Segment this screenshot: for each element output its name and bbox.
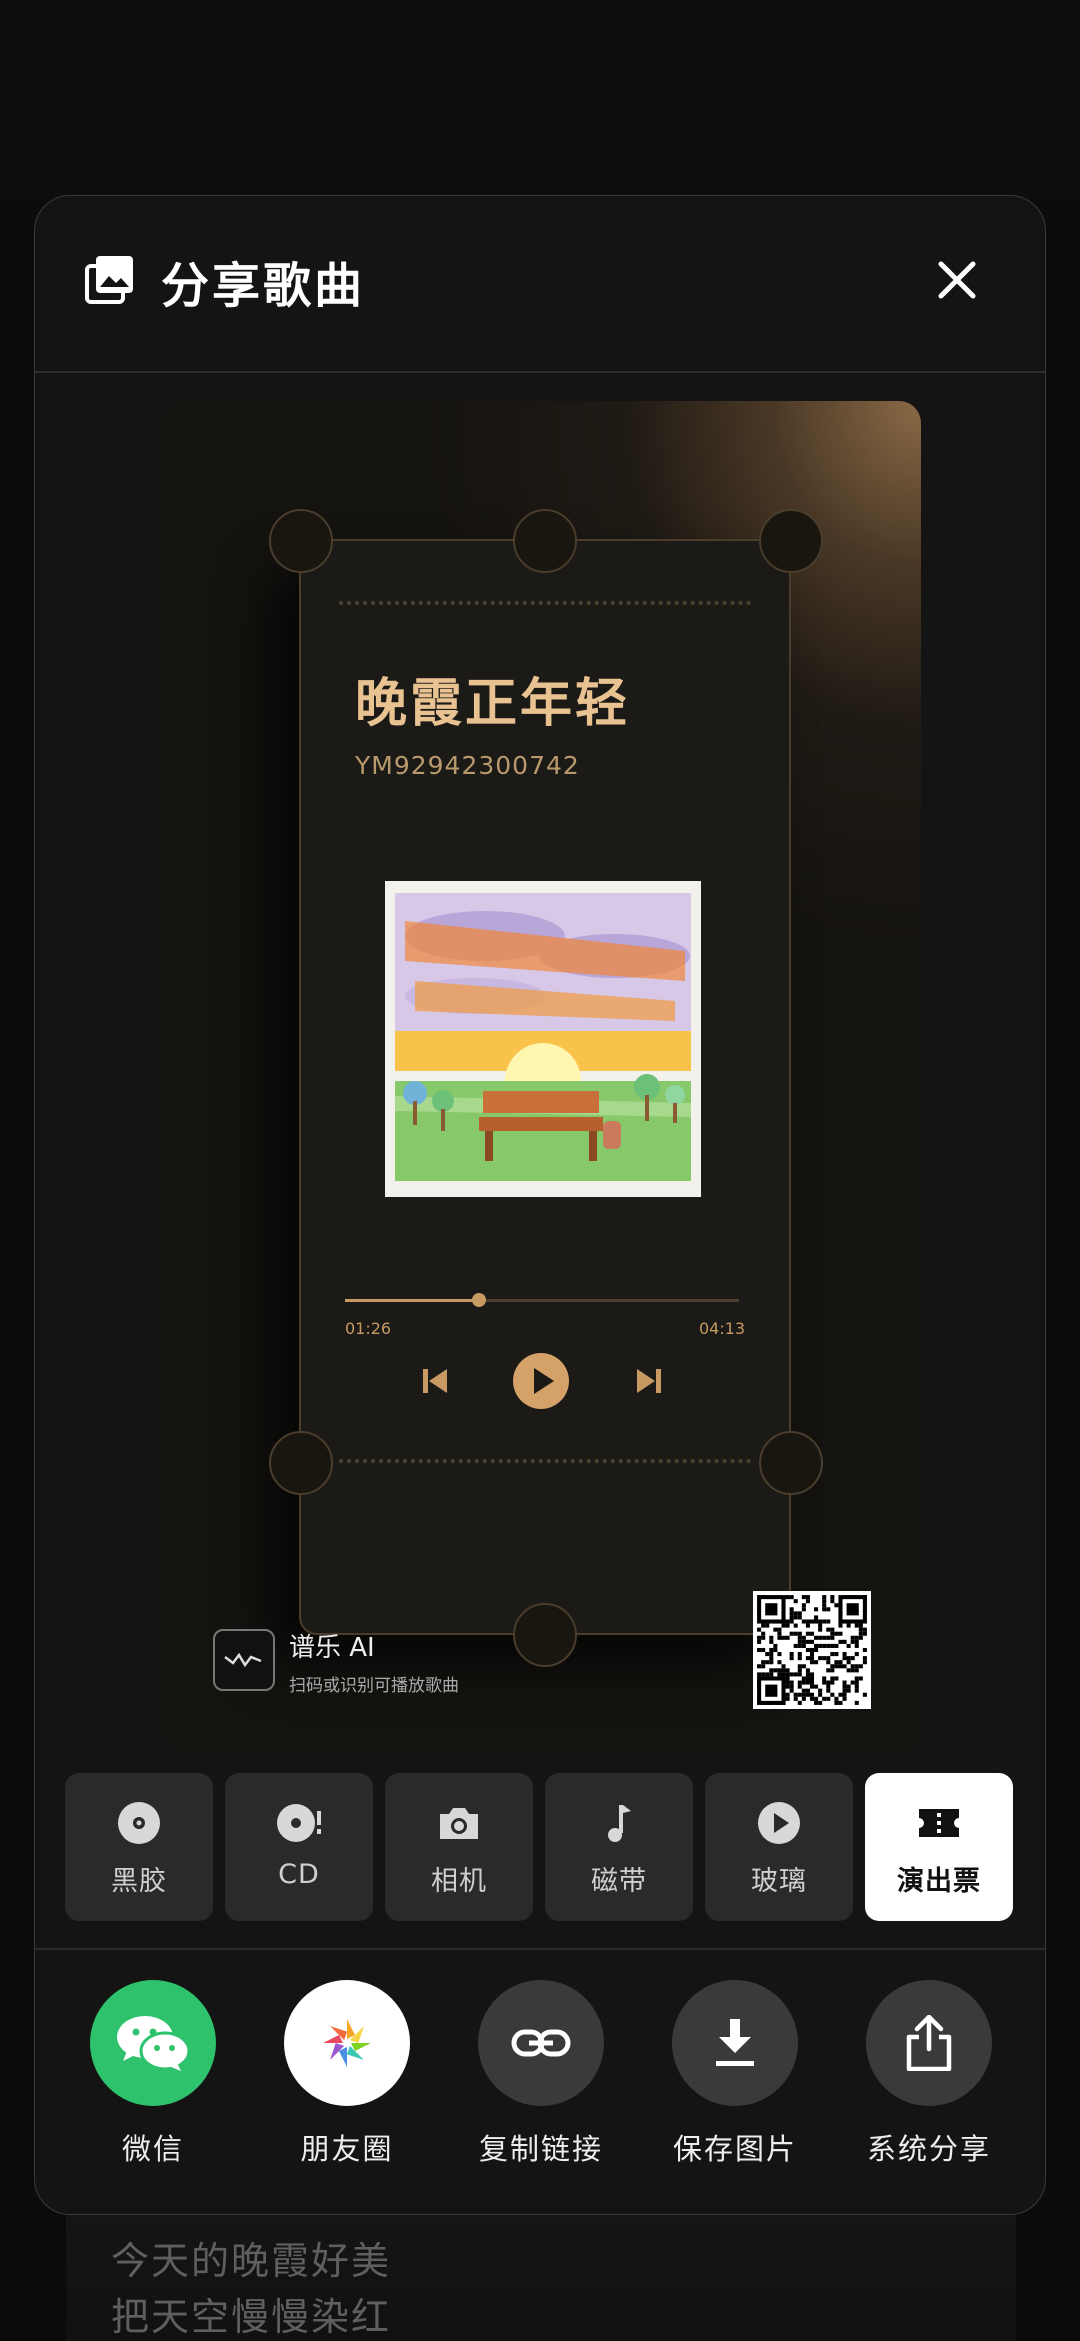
lyric-line: 把天空慢慢染红 — [111, 2295, 392, 2339]
share-icon — [906, 2015, 952, 2071]
share-copy-link-circle — [478, 1980, 604, 2106]
ticket-notch — [269, 1431, 333, 1495]
close-icon[interactable] — [935, 258, 979, 302]
music-note-icon — [608, 1805, 631, 1842]
share-system-circle — [866, 1980, 992, 2106]
share-label: 微信 — [121, 2132, 184, 2166]
share-moments[interactable]: 朋友圈 — [262, 1980, 432, 2168]
style-label: 演出票 — [897, 1866, 981, 1897]
ticket-icon — [919, 1809, 959, 1837]
background — [0, 0, 1080, 200]
ticket-card: 晚霞正年轻 YM92942300742 01:26 04:13 — [269, 509, 823, 1667]
play-circle-icon — [758, 1802, 800, 1844]
share-label: 系统分享 — [866, 2132, 991, 2166]
moments-icon — [323, 2019, 371, 2067]
download-icon — [716, 2019, 754, 2066]
style-option-camera[interactable]: 相机 — [385, 1773, 533, 1921]
share-label: 保存图片 — [672, 2132, 797, 2166]
style-label: 相机 — [431, 1866, 487, 1897]
share-system[interactable]: 系统分享 — [844, 1980, 1014, 2168]
ticket-notch — [759, 509, 823, 573]
style-option-tape[interactable]: 磁带 — [545, 1773, 693, 1921]
style-label: 磁带 — [591, 1866, 647, 1897]
style-option-cd[interactable]: CD — [225, 1773, 373, 1921]
sheet-header: 分享歌曲 — [35, 196, 1045, 373]
style-selector: 黑胶 CD 相机 磁带 玻璃 演出票 — [65, 1773, 1015, 1923]
link-icon — [511, 2029, 571, 2057]
share-card-preview: 晚霞正年轻 YM92942300742 01:26 04:13 谱乐 AI 扫码… — [161, 401, 921, 1751]
brand-name: 谱乐 AI — [289, 1633, 375, 1663]
share-save-image-circle — [672, 1980, 798, 2106]
share-moments-circle — [284, 1980, 410, 2106]
album-art — [385, 881, 701, 1197]
sheet-title: 分享歌曲 — [161, 258, 366, 314]
previous-icon[interactable] — [421, 1367, 449, 1395]
camera-icon — [440, 1808, 478, 1839]
ticket-notch — [513, 1603, 577, 1667]
ticket-notch — [269, 509, 333, 573]
wechat-icon — [117, 2016, 191, 2071]
progress-bar[interactable] — [345, 1293, 739, 1307]
ticket-notch — [513, 509, 577, 573]
progress-knob[interactable] — [471, 1293, 486, 1307]
share-save-image[interactable]: 保存图片 — [650, 1980, 820, 2168]
share-label: 朋友圈 — [300, 2132, 394, 2166]
song-title: 晚霞正年轻 — [355, 674, 631, 734]
perforation-line — [339, 1459, 751, 1463]
app-logo-icon — [213, 1629, 275, 1691]
share-copy-link[interactable]: 复制链接 — [456, 1980, 626, 2168]
vinyl-icon — [118, 1802, 160, 1844]
style-label: CD — [278, 1859, 320, 1890]
share-wechat[interactable]: 微信 — [68, 1980, 238, 2168]
total-time: 04:13 — [699, 1319, 746, 1338]
share-sheet: 分享歌曲 晚霞正年轻 YM92942300742 01:26 04:13 谱乐 … — [34, 195, 1046, 2215]
share-label: 复制链接 — [478, 2132, 603, 2166]
style-option-vinyl[interactable]: 黑胶 — [65, 1773, 213, 1921]
song-id: YM92942300742 — [355, 751, 580, 780]
perforation-line — [339, 601, 751, 605]
current-time: 01:26 — [345, 1319, 392, 1338]
progress-fill — [345, 1299, 479, 1302]
share-wechat-circle — [90, 1980, 216, 2106]
brand-subtitle: 扫码或识别可播放歌曲 — [289, 1676, 459, 1696]
style-option-glass[interactable]: 玻璃 — [705, 1773, 853, 1921]
style-label: 玻璃 — [751, 1866, 807, 1897]
next-icon[interactable] — [635, 1367, 663, 1395]
cd-icon — [277, 1804, 321, 1842]
lyric-line: 今天的晚霞好美 — [111, 2239, 392, 2283]
share-targets: 微信 朋友圈 复制链接 保存图片 系统分享 — [35, 1980, 1045, 2180]
style-label: 黑胶 — [111, 1866, 167, 1897]
gallery-icon — [85, 256, 133, 304]
play-icon[interactable] — [513, 1353, 569, 1409]
ticket-notch — [759, 1431, 823, 1495]
qr-code — [753, 1591, 871, 1709]
divider — [35, 1948, 1045, 1950]
style-option-ticket[interactable]: 演出票 — [865, 1773, 1013, 1921]
